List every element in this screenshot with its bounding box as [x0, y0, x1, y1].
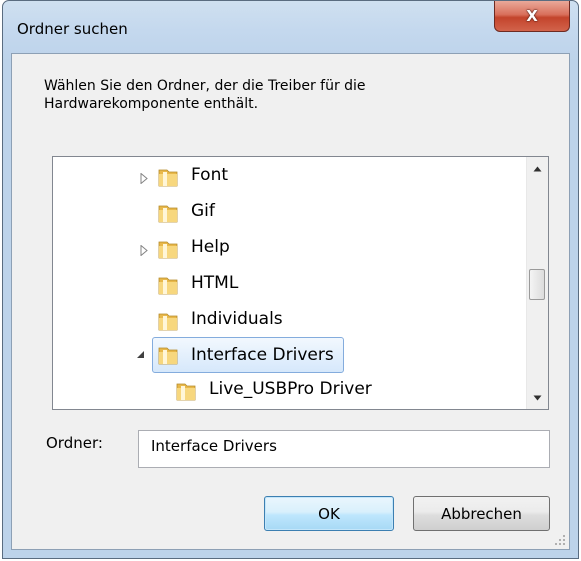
- folder-icon: [158, 347, 178, 365]
- triangle-down-icon[interactable]: [135, 348, 145, 360]
- dialog-client-area: Wählen Sie den Ordner, der die Treiber f…: [11, 53, 570, 550]
- instruction-text: Wählen Sie den Ordner, der die Treiber f…: [44, 78, 366, 112]
- scroll-up-icon[interactable]: [527, 159, 548, 178]
- folder-icon: [158, 277, 178, 295]
- folder-icon: [158, 169, 178, 187]
- folder-tree[interactable]: Font Gif Help HTML Individuals Interface…: [52, 156, 549, 410]
- browse-folder-dialog: Ordner suchen X Wählen Sie den Ordner, d…: [2, 0, 579, 559]
- scrollbar-thumb[interactable]: [529, 269, 545, 300]
- tree-vertical-scrollbar[interactable]: [526, 157, 548, 409]
- close-icon: X: [526, 7, 538, 25]
- triangle-right-icon[interactable]: [139, 172, 149, 184]
- folder-icon: [158, 313, 178, 331]
- resize-grip-icon[interactable]: [554, 534, 566, 546]
- scroll-down-icon[interactable]: [527, 388, 548, 407]
- cancel-button[interactable]: Abbrechen: [413, 496, 550, 531]
- ok-button[interactable]: OK: [264, 496, 394, 531]
- close-button[interactable]: X: [494, 1, 570, 32]
- folder-field-label: Ordner:: [46, 434, 103, 452]
- title-bar[interactable]: Ordner suchen X: [3, 1, 578, 53]
- folder-name-input[interactable]: Interface Drivers: [138, 430, 550, 468]
- folder-icon: [158, 241, 178, 259]
- folder-icon: [158, 205, 178, 223]
- dialog-title: Ordner suchen: [17, 20, 128, 38]
- triangle-right-icon[interactable]: [139, 244, 149, 256]
- folder-icon: [176, 383, 196, 401]
